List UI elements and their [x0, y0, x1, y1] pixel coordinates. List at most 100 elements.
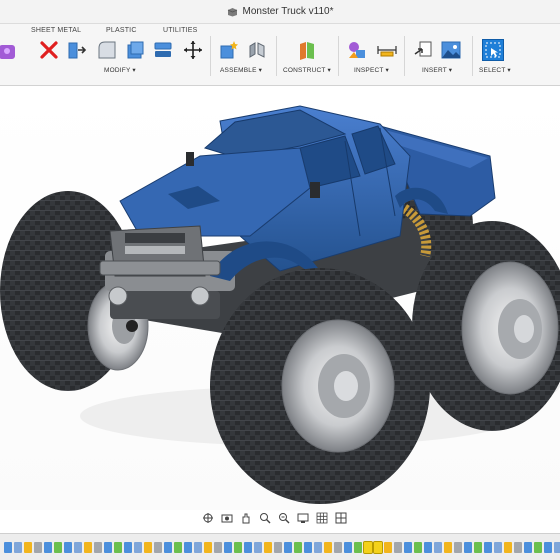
timeline-feature[interactable] [484, 541, 492, 553]
monster-truck-model[interactable] [0, 86, 560, 510]
move-copy-icon[interactable] [182, 39, 204, 61]
timeline-feature[interactable] [44, 541, 52, 553]
timeline-feature[interactable] [384, 541, 392, 553]
construct-menu[interactable]: CONSTRUCT ▾ [283, 66, 331, 74]
timeline-feature[interactable] [394, 541, 402, 553]
timeline-feature[interactable] [464, 541, 472, 553]
toolbar-ribbon: SHEET METAL PLASTIC UTILITIES MODIFY ▾ A… [0, 24, 560, 86]
tab-utilities[interactable]: UTILITIES [163, 27, 197, 34]
timeline-feature[interactable] [324, 541, 332, 553]
timeline-feature[interactable] [224, 541, 232, 553]
timeline-feature[interactable] [354, 541, 362, 553]
timeline-feature[interactable] [174, 541, 182, 553]
timeline-feature[interactable] [34, 541, 42, 553]
timeline-feature[interactable] [184, 541, 192, 553]
timeline-feature[interactable] [554, 541, 560, 553]
document-icon [227, 7, 237, 16]
shell-icon[interactable] [124, 39, 146, 61]
timeline-feature[interactable] [104, 541, 112, 553]
timeline-feature[interactable] [264, 541, 272, 553]
timeline-feature[interactable] [254, 541, 262, 553]
timeline-feature[interactable] [414, 541, 422, 553]
timeline-feature[interactable] [404, 541, 412, 553]
timeline-feature[interactable] [363, 540, 373, 554]
timeline-feature[interactable] [544, 541, 552, 553]
tab-plastic[interactable]: PLASTIC [106, 27, 137, 34]
joint-icon[interactable] [246, 39, 268, 61]
orbit-icon[interactable] [200, 511, 215, 525]
modify-menu[interactable]: MODIFY ▾ [104, 66, 136, 74]
insert-derive-icon[interactable] [412, 39, 434, 61]
timeline-feature[interactable] [373, 540, 383, 554]
offset-plane-icon[interactable] [296, 39, 318, 61]
new-component-icon[interactable] [218, 39, 240, 61]
fillet-icon[interactable] [96, 39, 118, 61]
document-title-text: Monster Truck v110* [242, 6, 334, 17]
timeline-feature[interactable] [444, 541, 452, 553]
timeline-feature[interactable] [114, 541, 122, 553]
ribbon-divider [404, 36, 405, 76]
timeline-feature[interactable] [274, 541, 282, 553]
timeline-feature[interactable] [164, 541, 172, 553]
timeline-feature[interactable] [194, 541, 202, 553]
front-right-wheel [210, 268, 430, 504]
timeline-feature[interactable] [534, 541, 542, 553]
timeline-feature[interactable] [514, 541, 522, 553]
zoom-icon[interactable] [257, 511, 272, 525]
pan-icon[interactable] [238, 511, 253, 525]
inspect-menu[interactable]: INSPECT ▾ [354, 66, 389, 74]
fit-icon[interactable] [276, 511, 291, 525]
timeline-feature[interactable] [94, 541, 102, 553]
insert-image-icon[interactable] [440, 39, 462, 61]
assemble-menu[interactable]: ASSEMBLE ▾ [220, 66, 262, 74]
timeline-bar[interactable] [0, 533, 560, 560]
select-menu[interactable]: SELECT ▾ [479, 66, 511, 74]
measure-icon[interactable] [376, 39, 398, 61]
measure-shapes-icon[interactable] [346, 39, 368, 61]
ribbon-divider [210, 36, 211, 76]
timeline-feature[interactable] [144, 541, 152, 553]
press-pull-icon[interactable] [66, 39, 88, 61]
timeline-feature[interactable] [304, 541, 312, 553]
timeline-feature[interactable] [54, 541, 62, 553]
timeline-feature[interactable] [314, 541, 322, 553]
timeline-feature[interactable] [4, 541, 12, 553]
timeline-feature[interactable] [454, 541, 462, 553]
timeline-feature[interactable] [504, 541, 512, 553]
combine-icon[interactable] [152, 39, 174, 61]
look-at-icon[interactable] [219, 511, 234, 525]
timeline-feature[interactable] [474, 541, 482, 553]
timeline-feature[interactable] [154, 541, 162, 553]
canvas-viewport[interactable] [0, 86, 560, 510]
tab-sheet-metal[interactable]: SHEET METAL [31, 27, 81, 34]
display-settings-icon[interactable] [295, 511, 310, 525]
timeline-feature[interactable] [524, 541, 532, 553]
timeline-feature[interactable] [344, 541, 352, 553]
timeline-feature[interactable] [204, 541, 212, 553]
ribbon-divider [338, 36, 339, 76]
timeline-feature[interactable] [134, 541, 142, 553]
timeline-feature[interactable] [124, 541, 132, 553]
insert-menu[interactable]: INSERT ▾ [422, 66, 452, 74]
timeline-feature[interactable] [424, 541, 432, 553]
delete-icon[interactable] [38, 39, 60, 61]
select-icon[interactable] [482, 39, 504, 61]
timeline-feature[interactable] [64, 541, 72, 553]
navigation-bar [196, 510, 360, 526]
document-title: Monster Truck v110* [227, 6, 334, 17]
create-form-icon[interactable] [0, 39, 18, 61]
timeline-feature[interactable] [284, 541, 292, 553]
timeline-feature[interactable] [494, 541, 502, 553]
timeline-feature[interactable] [244, 541, 252, 553]
timeline-feature[interactable] [24, 541, 32, 553]
timeline-feature[interactable] [234, 541, 242, 553]
timeline-feature[interactable] [14, 541, 22, 553]
timeline-feature[interactable] [84, 541, 92, 553]
timeline-feature[interactable] [74, 541, 82, 553]
timeline-feature[interactable] [294, 541, 302, 553]
timeline-feature[interactable] [434, 541, 442, 553]
viewports-icon[interactable] [333, 511, 348, 525]
grid-icon[interactable] [314, 511, 329, 525]
timeline-feature[interactable] [214, 541, 222, 553]
timeline-feature[interactable] [334, 541, 342, 553]
